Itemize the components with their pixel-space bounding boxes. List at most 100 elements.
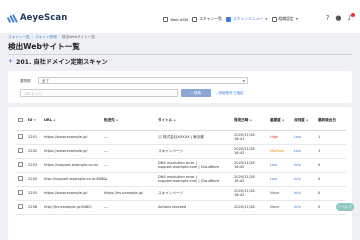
sort-icon: ◆ (306, 117, 309, 122)
cell-redirect: https://hs.example.jp/ (102, 186, 156, 201)
table-row[interactable]: 2203 https://support.example.co.m/— DNS re… (16, 158, 346, 173)
row-checkbox[interactable] (18, 148, 23, 153)
cell-url[interactable]: https://support.example.co.m/ (42, 158, 102, 173)
cell-severity: None (268, 200, 292, 215)
app-logo[interactable]: AeyeScan (6, 13, 67, 23)
sort-icon: ◆ (173, 117, 176, 122)
chevron-down-icon: ▼ (242, 79, 245, 83)
column-header-title[interactable]: タイトル ◆ (156, 111, 232, 131)
breadcrumb-link[interactable]: スキャン詳細 (35, 35, 57, 40)
breadcrumb-current: 検出Webサイト一覧 (62, 35, 95, 39)
cell-date: 2020/11/28 (232, 200, 268, 215)
favicon-icon (158, 134, 162, 139)
cell-redirect: — (102, 130, 156, 145)
cell-date: 2020/11/28 16:42 (232, 172, 268, 187)
cell-url[interactable]: https://www.example.jp/ (42, 144, 102, 159)
cell-id: 2205 (26, 186, 42, 201)
results-panel: ID ▼ URL ◆ 転送先 ◆ タイトル ◆ 発見日時 ◆ 重要度 ◆ 深刻度… (8, 107, 352, 240)
logo-icon (6, 13, 18, 23)
table-row[interactable]: 2202 https://www.example.jp/— スキャンページ 2020/… (16, 144, 346, 159)
column-header-severity[interactable]: 重要度 ◆ (268, 111, 292, 131)
row-checkbox[interactable] (18, 176, 23, 181)
row-checkbox[interactable] (18, 190, 23, 195)
cell-severity: Low (268, 172, 292, 187)
sort-icon: ▼ (33, 118, 36, 123)
cell-title: スキャンページ (156, 144, 232, 159)
table-row[interactable]: 2206 http://hs.example.jp:8080/— Actions b… (16, 200, 346, 215)
window-icon (163, 16, 169, 22)
help-button[interactable]: ? ヘルプ (336, 203, 354, 211)
table-row[interactable]: 2201 https://www.example.jp/— 株式会社XXXXX | … (16, 130, 346, 145)
cell-url[interactable]: https://www.example.jp/ (42, 186, 102, 201)
table-row[interactable]: 2204 http://support.example.co.m:8080/— DN… (16, 172, 346, 187)
breadcrumb: スキャン一覧 › スキャン詳細 › 検出Webサイト一覧 (8, 35, 95, 40)
url-search-input[interactable]: URLを入力 (20, 89, 178, 97)
cell-date: 2020/11/28 16:42 (232, 186, 268, 201)
column-header-date[interactable]: 発見日時 ◆ (232, 111, 268, 131)
search-button-label: 検索 (193, 90, 202, 95)
advanced-search-link[interactable]: › 詳細条件で指定 (216, 91, 244, 96)
cell-level: Info (292, 200, 316, 215)
cell-id: 2204 (26, 172, 42, 187)
cell-title: 株式会社XXXXX | 東京都 (156, 130, 232, 145)
help-circle-icon[interactable]: ? (326, 15, 330, 22)
sort-icon: ◆ (282, 117, 285, 122)
cell-redirect: — (102, 158, 156, 173)
cell-redirect: — (102, 144, 156, 159)
help-button-label: ヘルプ (341, 204, 352, 209)
cell-url[interactable]: http://hs.example.jp:8080/ (42, 200, 102, 215)
cell-vuln: 0 (316, 186, 346, 201)
cell-vuln: 0 (316, 158, 346, 173)
column-header-level[interactable]: 深刻度 ◆ (292, 111, 316, 131)
column-header-url[interactable]: URL ◆ (42, 111, 102, 131)
cell-vuln: 1 (316, 144, 346, 159)
cell-date: 2020/11/28 16:41 (232, 130, 268, 145)
type-select-value: 全て (42, 79, 50, 83)
select-all-checkbox[interactable] (18, 117, 23, 122)
cell-url[interactable]: https://www.example.jp/ (42, 130, 102, 145)
nav-label: 組織設定 (278, 16, 294, 21)
nav-item-scan-list[interactable]: スキャン一覧 (192, 16, 222, 22)
user-icon[interactable]: ● (335, 15, 341, 22)
nav-item-org-settings[interactable]: 組織設定 ▼ (271, 16, 298, 22)
cell-title: Actions blocked (156, 200, 232, 215)
column-header-redirect[interactable]: 転送先 ◆ (102, 111, 156, 131)
chevron-down-icon: ▼ (265, 17, 268, 21)
cell-date: 2020/11/28 16:42 (232, 144, 268, 159)
section-title[interactable]: + 201. 自社ドメイン定期スキャン (8, 57, 108, 66)
row-checkbox[interactable] (18, 204, 23, 209)
type-select[interactable]: 全て ▼ (38, 77, 248, 84)
cell-level: Info (292, 158, 316, 173)
table-body: 2201 https://www.example.jp/— 株式会社XXXXX | … (16, 130, 346, 215)
expand-icon: + (8, 58, 14, 65)
row-checkbox[interactable] (18, 162, 23, 167)
cell-severity: High (268, 130, 292, 145)
cell-title: DNS resolution error | support.example.c… (156, 158, 232, 173)
nav-label: スキャンメニュー (232, 16, 264, 21)
sort-icon: ◆ (249, 117, 252, 122)
search-button[interactable]: ⌕ 検索 (181, 89, 211, 97)
nav-item-web-asm[interactable]: Web ASM (163, 16, 188, 22)
cell-vuln: 0 (316, 172, 346, 187)
org-icon (271, 16, 277, 22)
cell-level: Low (292, 144, 316, 159)
cell-id: 2201 (26, 130, 42, 145)
nav-item-scan-menu[interactable]: スキャンメニュー ▼ (225, 16, 268, 22)
notification-bell-icon[interactable]: ♪ (348, 13, 355, 22)
column-header-id[interactable]: ID ▼ (26, 111, 42, 131)
nav-label: スキャン一覧 (199, 16, 222, 21)
list-icon (192, 16, 198, 22)
table-header-row: ID ▼ URL ◆ 転送先 ◆ タイトル ◆ 発見日時 ◆ 重要度 ◆ 深刻度… (16, 111, 346, 131)
breadcrumb-link[interactable]: スキャン一覧 (8, 35, 30, 40)
cell-vuln: 1 (316, 130, 346, 145)
sort-icon: ◆ (116, 117, 119, 122)
cell-level: Info (292, 186, 316, 201)
table-row[interactable]: 2205 https://www.example.jp/https://hs.ex… (16, 186, 346, 201)
cell-title: スキャンページ (156, 186, 232, 201)
cell-severity: None (268, 186, 292, 201)
cell-level: Low (292, 130, 316, 145)
cell-url[interactable]: http://support.example.co.m:8080/ (42, 172, 107, 187)
cell-id: 2203 (26, 158, 42, 173)
column-header-vuln[interactable]: 最終検出日 (316, 111, 346, 131)
row-checkbox[interactable] (18, 134, 23, 139)
